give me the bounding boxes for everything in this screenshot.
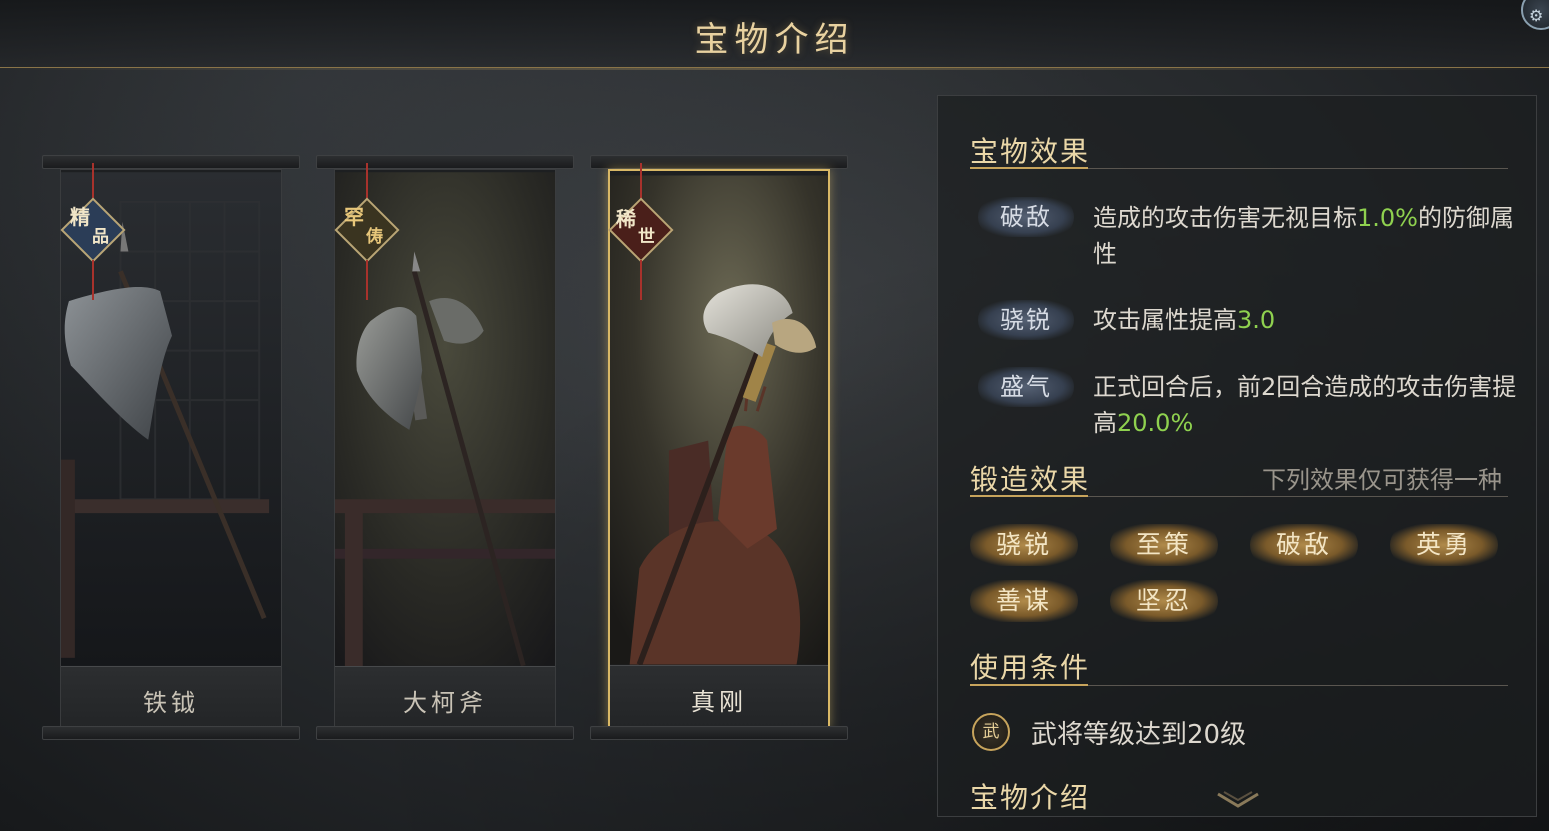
forge-option-chip[interactable]: 骁锐 — [970, 524, 1078, 566]
forge-option-chip[interactable]: 破敌 — [1250, 524, 1358, 566]
tassel-cord — [640, 260, 642, 300]
rarity-char-2: 俦 — [366, 227, 383, 247]
section-divider — [970, 495, 1508, 497]
card-name-bar: 铁钺 — [61, 666, 281, 728]
tassel-cord — [366, 260, 368, 300]
section-divider — [970, 167, 1508, 169]
card-name: 铁钺 — [143, 689, 199, 717]
forge-section-title: 锻造效果 — [970, 463, 1091, 496]
forge-option-chip[interactable]: 至策 — [1110, 524, 1218, 566]
scroll-rod-top — [316, 155, 574, 169]
scroll-rod-top — [590, 155, 848, 169]
general-rank-icon: 武 — [972, 713, 1010, 751]
card-name: 真刚 — [691, 688, 747, 716]
page-title: 宝物介绍 — [694, 20, 855, 60]
section-divider — [970, 684, 1508, 686]
effect-badge: 盛气 — [978, 367, 1074, 407]
treasure-card-2[interactable]: 大柯斧 罕 俦 — [316, 155, 574, 740]
effect-value: 20.0% — [1117, 409, 1194, 437]
treasure-card-3[interactable]: 真刚 稀 世 — [590, 155, 848, 740]
rarity-char-2: 品 — [92, 227, 109, 247]
effects-section-title: 宝物效果 — [970, 135, 1091, 168]
effect-description: 造成的攻击伤害无视目标1.0%的防御属性 — [1093, 204, 1514, 268]
intro-section-title: 宝物介绍 — [970, 781, 1091, 814]
rarity-char-1: 罕 — [344, 205, 364, 229]
chevron-down-icon[interactable] — [1214, 790, 1262, 810]
effect-description: 攻击属性提高3.0 — [1093, 306, 1276, 334]
forge-option-chip[interactable]: 英勇 — [1390, 524, 1498, 566]
rarity-char-2: 世 — [638, 227, 655, 247]
effect-value: 3.0 — [1237, 306, 1276, 334]
card-name-bar: 大柯斧 — [335, 666, 555, 728]
treasure-info-panel[interactable]: 宝物效果 破敌 造成的攻击伤害无视目标1.0%的防御属性 骁锐 攻击属性提高3.… — [937, 95, 1537, 817]
condition-text: 武将等级达到20级 — [1031, 720, 1247, 750]
title-bar: 宝物介绍 — [0, 0, 1549, 70]
effect-badge: 破敌 — [978, 197, 1074, 237]
treasure-card-1[interactable]: 铁钺 精 品 — [42, 155, 300, 740]
effect-description: 正式回合后，前2回合造成的攻击伤害提高20.0% — [1093, 373, 1517, 437]
scroll-rod-bottom — [590, 726, 848, 740]
scroll-rod-bottom — [316, 726, 574, 740]
conditions-section-title: 使用条件 — [970, 651, 1091, 684]
rarity-char-1: 精 — [70, 205, 90, 229]
settings-gear-icon: ⚙ — [1529, 6, 1544, 25]
tassel-cord — [92, 260, 94, 300]
forge-option-chip[interactable]: 善谋 — [970, 580, 1078, 622]
card-name-bar: 真刚 — [610, 665, 828, 727]
scroll-rod-top — [42, 155, 300, 169]
forge-note: 下列效果仅可获得一种 — [1262, 466, 1502, 494]
effect-badge: 骁锐 — [978, 300, 1074, 340]
effect-value: 1.0% — [1357, 204, 1418, 232]
rarity-char-1: 稀 — [616, 207, 636, 231]
scroll-rod-bottom — [42, 726, 300, 740]
card-name: 大柯斧 — [403, 689, 487, 717]
forge-option-chip[interactable]: 坚忍 — [1110, 580, 1218, 622]
